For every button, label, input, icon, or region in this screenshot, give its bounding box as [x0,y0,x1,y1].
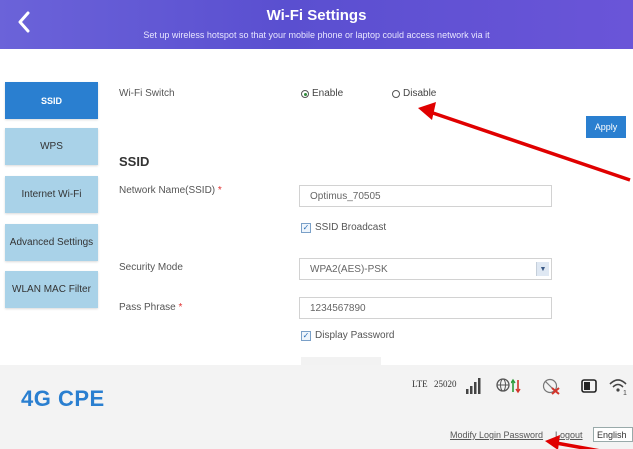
page-subtitle: Set up wireless hotspot so that your mob… [143,30,490,40]
pass-phrase-label: Pass Phrase * [119,302,182,313]
ssid-broadcast-label: SSID Broadcast [315,222,387,233]
sidebar-item-advanced-settings[interactable]: Advanced Settings [5,224,98,261]
disable-radio-label: Disable [403,88,437,99]
pass-phrase-label-text: Pass Phrase [119,302,176,313]
brand-logo: 4G CPE [21,386,105,411]
modify-login-password-link[interactable]: Modify Login Password [450,430,543,440]
signal-icon [466,378,481,394]
data-arrows-icon [511,378,521,394]
network-code: 25020 [434,379,457,389]
radio-selected-icon [301,89,309,98]
page-header: Wi-Fi Settings Set up wireless hotspot s… [0,0,633,49]
ssid-section-title: SSID [119,154,150,169]
checkbox-check-icon: ✓ [301,330,311,341]
network-name-input[interactable]: Optimus_70505 [299,185,552,207]
display-password-checkbox[interactable]: ✓ Display Password [301,330,394,341]
sidebar-item-ssid[interactable]: SSID [5,82,98,119]
enable-radio-label: Enable [312,88,344,99]
security-mode-select[interactable]: WPA2(AES)-PSK ▼ [299,258,552,280]
wifi-icon: 1 [609,379,627,396]
svg-text:1: 1 [623,390,627,396]
sidebar-item-internet-wifi[interactable]: Internet Wi-Fi [5,176,98,213]
ssid-broadcast-checkbox[interactable]: ✓ SSID Broadcast [301,222,386,233]
hidden-button [301,357,381,365]
sidebar-item-wps[interactable]: WPS [5,128,98,165]
language-value: English [597,429,627,440]
language-select[interactable]: English [593,427,633,442]
network-type: LTE [412,379,428,389]
sidebar-item-wlan-mac-filter[interactable]: WLAN MAC Filter [5,271,98,308]
page-title: Wi-Fi Settings [266,7,367,24]
checkbox-check-icon: ✓ [301,222,311,233]
required-mark: * [178,302,183,313]
network-name-label-text: Network Name(SSID) [119,185,216,196]
logout-link[interactable]: Logout [555,430,583,440]
network-name-label: Network Name(SSID) * [119,185,222,196]
enable-radio[interactable]: Enable [301,88,343,99]
security-mode-label: Security Mode [119,262,183,273]
battery-icon [581,379,597,393]
required-mark: * [217,185,222,196]
wifi-disabled-icon [542,378,560,395]
apply-button[interactable]: Apply [586,116,626,138]
security-mode-value: WPA2(AES)-PSK [310,263,388,275]
disable-radio[interactable]: Disable [392,88,436,99]
dropdown-arrow-icon: ▼ [536,262,549,276]
display-password-label: Display Password [315,330,395,341]
pass-phrase-input[interactable]: 1234567890 [299,297,552,319]
network-globe-icon [496,378,510,392]
wifi-switch-label: Wi-Fi Switch [119,88,175,99]
radio-unselected-icon [392,89,400,98]
